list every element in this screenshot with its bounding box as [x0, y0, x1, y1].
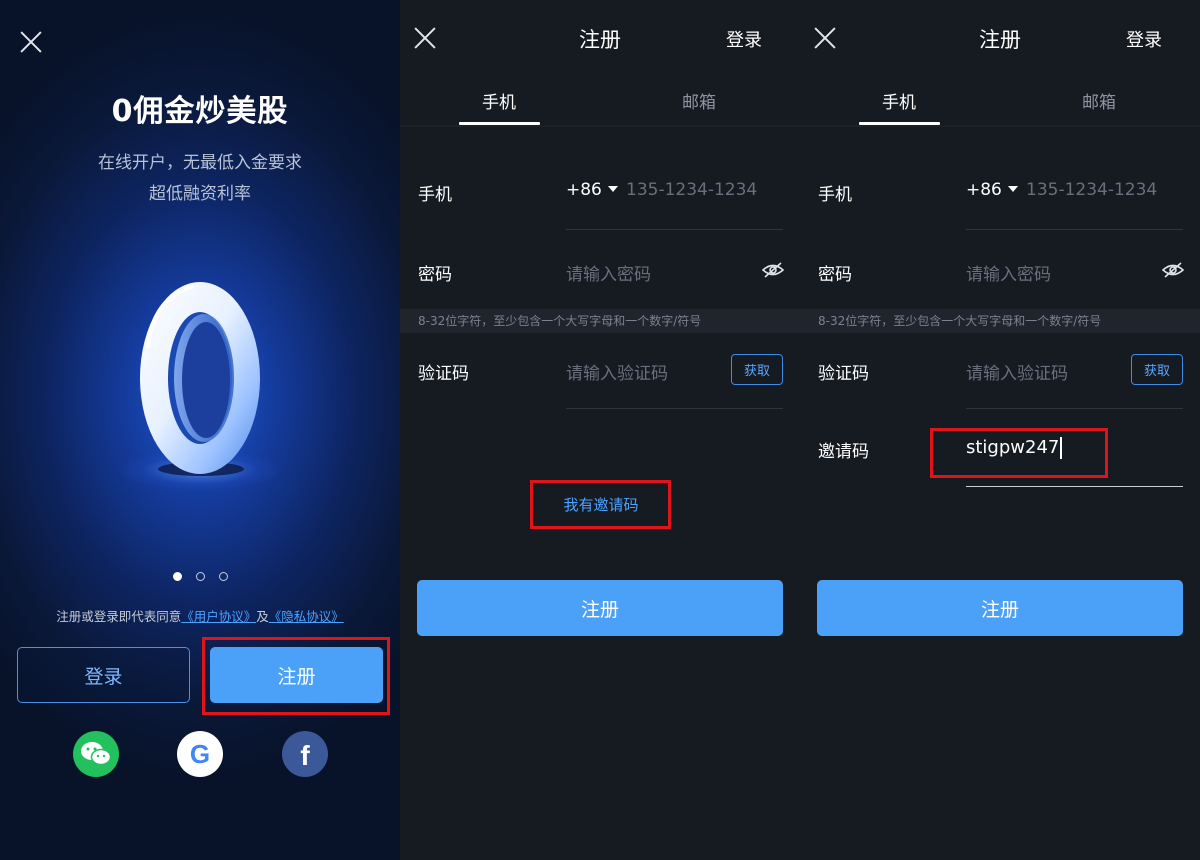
highlight-box	[202, 637, 390, 715]
verification-code-input[interactable]: 请输入验证码	[966, 359, 1068, 384]
caret-down-icon	[1007, 185, 1018, 192]
user-agreement-link[interactable]: 《用户协议》	[181, 609, 256, 624]
tab-email[interactable]: 邮箱	[659, 88, 739, 113]
country-code-value: +86	[566, 180, 602, 200]
carousel-dot[interactable]	[218, 572, 228, 581]
password-label: 密码	[418, 265, 452, 285]
code-underline	[566, 408, 783, 409]
caret-down-icon	[607, 185, 618, 192]
tab-phone[interactable]: 手机	[859, 88, 939, 113]
tab-email[interactable]: 邮箱	[1059, 88, 1139, 113]
country-code-value: +86	[966, 180, 1002, 200]
zero-hero-graphic	[140, 282, 260, 474]
get-code-button[interactable]: 获取	[1131, 354, 1183, 385]
verification-code-label: 验证码	[818, 364, 869, 384]
tab-phone[interactable]: 手机	[459, 88, 539, 113]
register-submit-button[interactable]: 注册	[817, 580, 1183, 636]
highlight-box	[930, 428, 1108, 478]
register-panel-invite: 注册 登录 手机 邮箱 手机 +86 135-1234-1234 密码 请输入密…	[800, 0, 1200, 860]
subtitle-line-1: 在线开户，无最低入金要求	[98, 153, 302, 173]
invite-code-label: 邀请码	[818, 442, 869, 462]
page-title: 0佣金炒美股	[111, 94, 289, 129]
carousel-dot[interactable]	[195, 572, 205, 581]
password-input[interactable]: 请输入密码	[966, 260, 1051, 285]
facebook-icon[interactable]: f	[282, 731, 328, 777]
google-icon[interactable]: G	[177, 731, 223, 777]
phone-label: 手机	[818, 185, 852, 205]
divider	[400, 125, 800, 127]
close-icon[interactable]	[19, 30, 43, 54]
divider	[800, 125, 1200, 127]
invite-underline	[966, 486, 1183, 487]
phone-underline	[566, 229, 783, 230]
carousel-dot[interactable]	[172, 572, 182, 581]
phone-label: 手机	[418, 185, 452, 205]
phone-input[interactable]: 135-1234-1234	[1026, 180, 1157, 200]
google-letter: G	[189, 738, 211, 769]
verification-code-label: 验证码	[418, 364, 469, 384]
country-code-select[interactable]: +86	[566, 180, 618, 200]
code-underline	[966, 408, 1183, 409]
facebook-letter: f	[300, 740, 310, 771]
agreement-prefix: 注册或登录即代表同意	[56, 609, 182, 624]
phone-underline	[966, 229, 1183, 230]
password-hint: 8-32位字符，至少包含一个大写字母和一个数字/符号	[800, 309, 1200, 333]
eye-off-icon[interactable]	[1162, 262, 1184, 278]
agreement-and: 及	[256, 609, 269, 624]
wechat-icon[interactable]	[73, 731, 119, 777]
country-code-select[interactable]: +86	[966, 180, 1018, 200]
get-code-button[interactable]: 获取	[731, 354, 783, 385]
password-label: 密码	[818, 265, 852, 285]
subtitle-line-2: 超低融资利率	[149, 184, 251, 204]
agreement-text: 注册或登录即代表同意《用户协议》及《隐私协议》	[0, 606, 400, 625]
register-submit-button[interactable]: 注册	[417, 580, 783, 636]
verification-code-input[interactable]: 请输入验证码	[566, 359, 668, 384]
highlight-box	[530, 480, 671, 529]
login-button[interactable]: 登录	[17, 647, 190, 703]
welcome-panel: 0佣金炒美股 在线开户，无最低入金要求 超低融资利率 注册或登录即代表同意《用户…	[0, 0, 400, 860]
register-panel-phone: 注册 登录 手机 邮箱 手机 +86 135-1234-1234 密码 请输入密…	[400, 0, 800, 860]
eye-off-icon[interactable]	[762, 262, 784, 278]
header-login-link[interactable]: 登录	[726, 26, 762, 52]
header-login-link[interactable]: 登录	[1126, 26, 1162, 52]
carousel-dots	[0, 572, 400, 581]
password-hint: 8-32位字符，至少包含一个大写字母和一个数字/符号	[400, 309, 800, 333]
phone-input[interactable]: 135-1234-1234	[626, 180, 757, 200]
password-input[interactable]: 请输入密码	[566, 260, 651, 285]
privacy-policy-link[interactable]: 《隐私协议》	[269, 609, 344, 624]
